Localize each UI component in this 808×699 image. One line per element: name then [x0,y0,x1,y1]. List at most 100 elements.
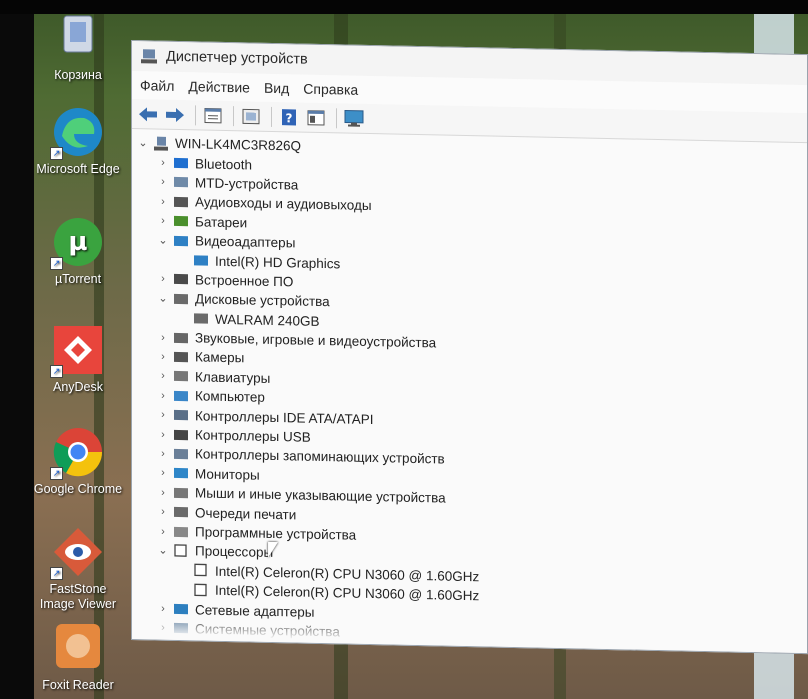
speaker-icon [174,332,188,343]
disk-drive-icon [174,293,188,305]
desktop-icon-label: FastStone Image Viewer [39,582,117,611]
tree-category-label: Клавиатуры [195,369,271,386]
help-icon[interactable]: ? [277,106,301,129]
chevron-right-icon[interactable]: › [156,157,170,169]
svg-text:?: ? [286,111,293,125]
chevron-right-icon[interactable]: › [156,525,170,537]
firmware-icon [174,274,188,285]
recycle-bin-icon [52,14,104,64]
shortcut-arrow-icon: ↗ [50,365,63,378]
toolbar-separator [336,107,337,128]
window-title: Диспетчер устройств [166,48,308,68]
monitor-icon [174,468,188,479]
svg-text:µ: µ [68,227,87,257]
device-manager-window[interactable]: Диспетчер устройств Файл Действие Вид Сп… [131,40,808,655]
tree-device-label: WALRAM 240GB [215,311,320,329]
desktop-icon-label: Microsoft Edge [36,162,120,176]
chevron-right-icon[interactable]: › [156,195,170,207]
desktop-icon-label: Google Chrome [34,482,123,496]
toolbar-separator [195,104,196,125]
chevron-right-icon[interactable]: › [156,506,170,518]
desktop-icon-label: Корзина [54,68,102,82]
storage-controller-icon [174,448,188,460]
tree-category-label: Батареи [195,214,248,231]
mouse-cursor [268,542,280,560]
printer-icon [174,507,188,518]
menu-help[interactable]: Справка [303,81,358,98]
device-tree: ⌄ WIN-LK4MC3R826Q › Bluetooth › MTD-устройс… [132,129,807,651]
tree-category-label: Встроенное ПО [195,272,294,290]
desktop-icon-recycle-bin[interactable]: Корзина [34,14,124,83]
tree-category-label: Bluetooth [195,155,253,173]
desktop-icon-label: Foxit Reader [42,678,114,692]
shortcut-arrow-icon: ↗ [50,147,63,160]
tree-category-label: Дисковые устройства [195,291,330,310]
update-driver-icon[interactable] [239,105,263,128]
edge-icon: ↗ [50,106,104,160]
chevron-right-icon[interactable]: › [156,486,170,498]
display-adapter-icon [174,235,188,246]
utorrent-icon: µ ↗ [50,216,104,270]
bluetooth-icon [174,157,188,169]
toolbar-separator [271,106,272,127]
menu-view[interactable]: Вид [264,80,289,97]
monitor-scan-icon[interactable] [342,107,366,130]
properties-icon[interactable] [201,104,225,127]
desktop-icon-anydesk[interactable]: ↗ AnyDesk [34,324,124,395]
tree-root-label: WIN-LK4MC3R826Q [175,136,302,154]
device-manager-app-icon [141,49,157,64]
shortcut-arrow-icon: ↗ [50,257,63,270]
desktop-icon-faststone[interactable]: ↗ FastStone Image Viewer [34,526,124,612]
tree-category-label: Контроллеры IDE ATA/ATAPI [195,407,374,427]
faststone-icon: ↗ [50,526,104,580]
foxit-icon [52,622,104,674]
mouse-icon [174,487,188,498]
battery-icon [174,216,188,227]
chrome-icon: ↗ [50,426,104,480]
chevron-right-icon[interactable]: › [156,428,170,440]
shortcut-arrow-icon: ↗ [50,467,63,480]
tree-category-label: MTD-устройства [195,175,299,193]
tree-category-label: Процессоры [195,543,274,561]
menu-file[interactable]: Файл [140,77,174,94]
chevron-right-icon[interactable]: › [156,389,170,401]
computer-icon [174,390,188,401]
back-arrow-icon[interactable] [136,103,160,126]
menu-action[interactable]: Действие [188,78,250,95]
toolbar-separator [233,105,234,126]
chevron-right-icon[interactable]: › [156,370,170,382]
desktop-icon-edge[interactable]: ↗ Microsoft Edge [34,106,124,177]
tree-category-label: Компьютер [195,388,265,406]
chevron-right-icon[interactable]: › [156,467,170,479]
chevron-right-icon[interactable]: › [156,409,170,421]
tree-category-label: Программные устройства [195,524,357,543]
chevron-right-icon[interactable]: › [156,331,170,343]
chevron-down-icon[interactable]: ⌄ [156,234,170,247]
tree-category-label: Очереди печати [195,504,297,523]
chevron-right-icon[interactable]: › [156,351,170,363]
audio-icon [174,196,188,208]
chevron-down-icon[interactable]: ⌄ [156,292,170,305]
tree-category-label: Аудиовходы и аудиовыходы [195,194,372,214]
desktop-icon-utorrent[interactable]: µ ↗ µTorrent [34,216,124,287]
chevron-right-icon[interactable]: › [156,447,170,460]
mtd-device-icon [174,177,188,188]
chevron-right-icon[interactable]: › [156,215,170,227]
software-device-icon [174,526,188,537]
chevron-down-icon[interactable]: ⌄ [136,136,150,149]
chevron-right-icon[interactable]: › [156,273,170,285]
chevron-down-icon[interactable]: ⌄ [156,544,170,557]
chevron-right-icon[interactable]: › [156,176,170,188]
processor-icon [194,583,207,596]
processor-icon [194,563,207,577]
shortcut-arrow-icon: ↗ [50,567,63,580]
desktop-icon-foxit[interactable]: Foxit Reader [34,622,124,693]
forward-arrow-icon[interactable] [163,103,187,126]
desktop-icon-chrome[interactable]: ↗ Google Chrome [34,426,124,497]
view-icon[interactable] [304,106,328,129]
display-adapter-icon [194,255,208,266]
tree-device-label: Intel(R) HD Graphics [215,253,341,271]
processor-icon [174,544,187,557]
camera-icon [174,351,188,363]
usb-icon [174,429,188,440]
